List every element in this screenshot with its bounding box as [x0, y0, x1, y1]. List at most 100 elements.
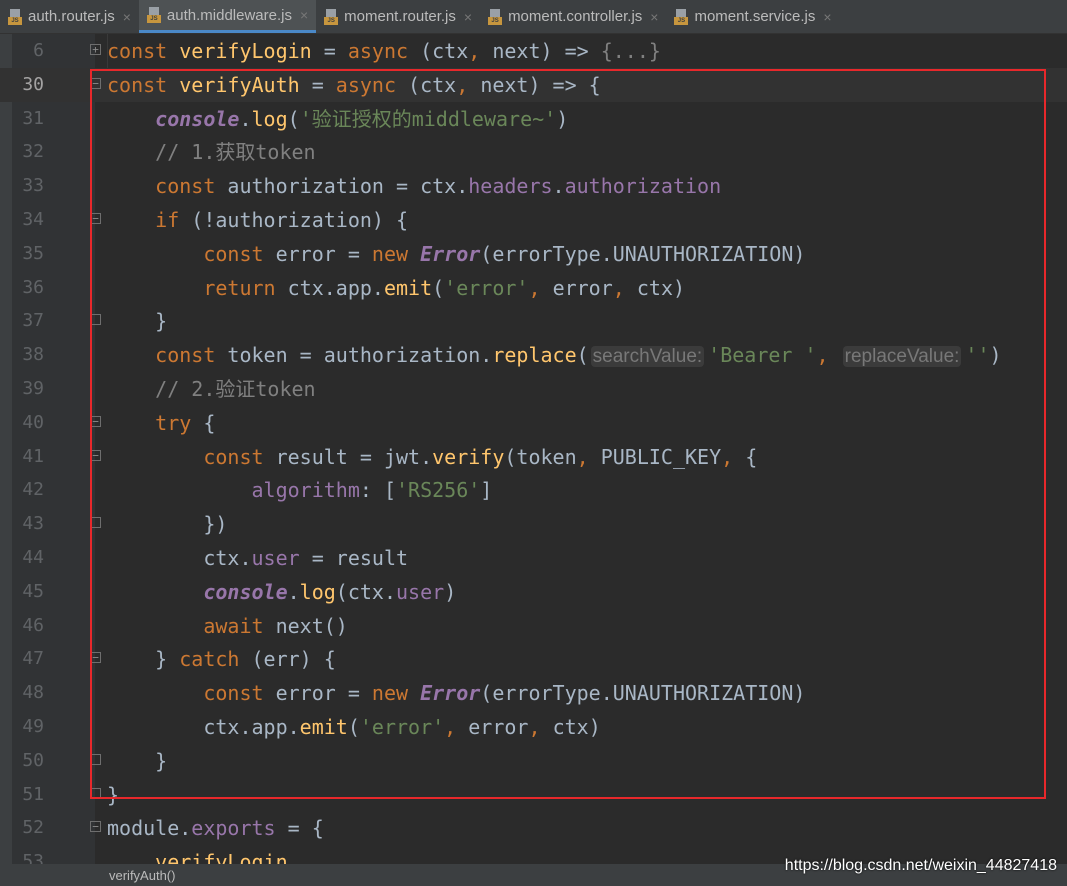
code-token: ctx.	[107, 546, 252, 570]
tab-auth-middleware-js[interactable]: JS auth.middleware.js ×	[138, 0, 317, 33]
code-token: }	[107, 782, 120, 807]
fold-collapse-icon[interactable]	[90, 517, 101, 529]
code-token: ,	[468, 39, 493, 63]
code-token: const	[203, 681, 276, 706]
code-token: const	[155, 174, 228, 199]
line-number: 43	[22, 513, 44, 535]
code-token: (	[432, 275, 445, 300]
code-token: console	[155, 106, 240, 131]
fold-collapse-icon[interactable]: −	[90, 652, 101, 664]
code-token: // 1.获取token	[155, 140, 316, 165]
code-text: const error = new Error(errorType.UNAUTH…	[107, 237, 805, 271]
breadcrumb[interactable]: verifyAuth()	[109, 868, 175, 883]
tab-moment-service-js[interactable]: JS moment.service.js ×	[666, 0, 839, 33]
code-token: }	[107, 309, 168, 334]
code-text: const verifyAuth = async (ctx, next) => …	[107, 68, 601, 102]
code-token: algorithm	[251, 478, 360, 503]
code-token: ,	[528, 715, 553, 739]
fold-collapse-icon[interactable]: −	[90, 213, 101, 224]
code-line: 40 − try {	[0, 406, 1067, 440]
code-token: replace	[492, 343, 577, 368]
code-token: .	[239, 106, 252, 131]
tab-label: moment.controller.js	[508, 8, 643, 25]
code-token: exports	[191, 816, 276, 841]
code-token: token = authorization.	[227, 343, 493, 368]
code-token: error =	[275, 241, 372, 266]
code-token: (err) {	[251, 647, 336, 672]
code-token: next) =>	[492, 39, 601, 63]
line-number: 51	[22, 783, 44, 805]
line-number: 37	[22, 310, 44, 332]
code-line: 42 algorithm: ['RS256']	[0, 473, 1067, 507]
fold-collapse-icon[interactable]	[90, 314, 101, 326]
code-token: verifyAuth	[179, 72, 300, 97]
fold-collapse-icon[interactable]	[90, 787, 101, 799]
code-token: (!authorization) {	[191, 208, 409, 232]
line-number: 38	[22, 344, 44, 366]
code-line: 48 const error = new Error(errorType.UNA…	[0, 676, 1067, 710]
tab-auth-router-js[interactable]: JS auth.router.js ×	[0, 0, 139, 33]
fold-collapse-icon[interactable]: −	[90, 449, 101, 461]
code-token: error	[468, 715, 529, 739]
tab-moment-controller-js[interactable]: JS moment.controller.js ×	[480, 0, 666, 33]
code-token: const	[203, 241, 276, 266]
code-text: })	[107, 507, 227, 541]
code-token: const	[203, 444, 276, 469]
fold-expand-icon[interactable]: +	[90, 44, 101, 55]
code-token: result = jwt.	[275, 444, 433, 469]
code-token: next()	[275, 613, 348, 638]
code-token: .	[287, 579, 300, 604]
code-text: // 2.验证token	[107, 372, 316, 406]
code-token: try	[155, 410, 204, 435]
code-editor[interactable]: 6 + const verifyLogin = async (ctx, next) …	[0, 34, 1067, 874]
code-line: 46 await next()	[0, 609, 1067, 643]
close-icon[interactable]: ×	[650, 9, 658, 25]
line-number: 6	[33, 40, 44, 61]
code-text: try {	[107, 406, 215, 440]
line-number: 33	[22, 175, 44, 197]
line-number: 46	[22, 614, 44, 636]
tab-moment-router-js[interactable]: JS moment.router.js ×	[316, 0, 480, 33]
code-token: {	[203, 410, 216, 435]
js-file-icon: JS	[8, 8, 22, 25]
close-icon[interactable]: ×	[300, 7, 308, 23]
line-number: 31	[22, 107, 44, 129]
code-token: ,	[721, 444, 746, 469]
tab-label: auth.router.js	[28, 8, 115, 25]
code-token: verifyLogin	[179, 39, 312, 63]
code-token: ctx)	[636, 275, 686, 300]
code-line: 31 console.log('验证授权的middleware~')	[0, 102, 1067, 136]
code-token: )	[556, 106, 569, 131]
code-token: ''	[965, 343, 990, 368]
code-token: ,	[456, 72, 481, 97]
code-line: 50 }	[0, 744, 1067, 778]
code-token: (	[287, 106, 300, 131]
code-token: // 2.验证token	[155, 377, 316, 401]
close-icon[interactable]: ×	[464, 9, 472, 25]
code-token: =	[311, 39, 348, 63]
code-token: log	[251, 106, 288, 131]
close-icon[interactable]: ×	[823, 9, 831, 25]
code-token: (ctx	[420, 39, 469, 63]
parameter-hint: replaceValue:	[842, 346, 962, 368]
code-token: await	[203, 613, 276, 638]
close-icon[interactable]: ×	[123, 9, 131, 25]
line-number: 35	[22, 242, 44, 264]
fold-collapse-icon[interactable]	[90, 753, 101, 765]
code-text: const authorization = ctx.headers.author…	[107, 169, 721, 203]
code-token: = {	[275, 816, 324, 841]
code-line: 43 })	[0, 507, 1067, 541]
code-token: console	[203, 579, 288, 604]
code-token: return	[203, 275, 288, 300]
fold-collapse-icon[interactable]: −	[90, 77, 101, 89]
code-line: 33 const authorization = ctx.headers.aut…	[0, 169, 1067, 203]
js-file-icon: JS	[488, 8, 503, 25]
line-number: 30	[22, 73, 44, 95]
code-line: 32 // 1.获取token	[0, 135, 1067, 169]
line-number: 42	[22, 479, 44, 501]
fold-collapse-icon[interactable]: −	[90, 415, 101, 427]
fold-collapse-icon[interactable]: −	[90, 821, 101, 833]
code-token: ctx.app.	[287, 275, 384, 300]
code-token: authorization = ctx.	[227, 174, 469, 199]
